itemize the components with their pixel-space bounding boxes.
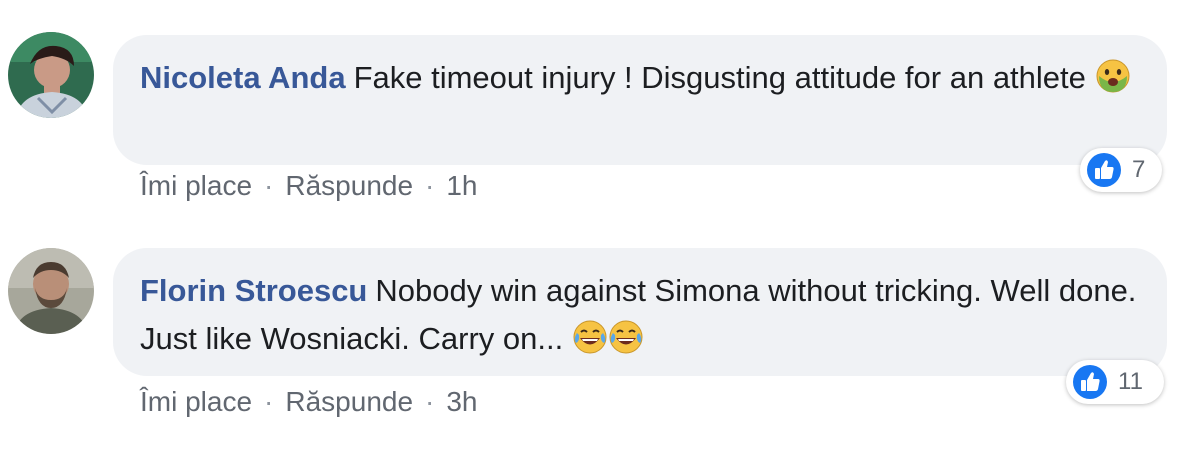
reply-action[interactable]: Răspunde <box>285 170 413 202</box>
separator: · <box>425 386 435 417</box>
like-action[interactable]: Îmi place <box>140 170 252 202</box>
timestamp[interactable]: 3h <box>446 386 477 418</box>
separator: · <box>264 170 274 201</box>
comment-feed: Nicoleta Anda Fake timeout injury ! Disgu… <box>0 0 1200 464</box>
comment-actions: Îmi place · Răspunde · 1h <box>140 170 478 202</box>
nauseated-face-emoji-icon <box>1095 58 1131 94</box>
timestamp[interactable]: 1h <box>446 170 477 202</box>
reaction-count: 11 <box>1118 368 1143 395</box>
like-action[interactable]: Îmi place <box>140 386 252 418</box>
like-icon <box>1087 153 1121 187</box>
reaction-count: 7 <box>1132 156 1146 183</box>
comment-author[interactable]: Florin Stroescu <box>140 273 367 308</box>
avatar[interactable] <box>8 248 94 334</box>
avatar-image <box>8 32 94 118</box>
reaction-summary[interactable]: 11 <box>1066 360 1164 404</box>
comment-actions: Îmi place · Răspunde · 3h <box>140 386 478 418</box>
avatar-image <box>8 248 94 334</box>
comment-bubble: Nicoleta Anda Fake timeout injury ! Disgu… <box>113 35 1167 165</box>
reply-action[interactable]: Răspunde <box>285 386 413 418</box>
like-icon <box>1073 365 1107 399</box>
separator: · <box>264 386 274 417</box>
tears-of-joy-emoji-icon <box>608 319 644 355</box>
comment-text: Fake timeout injury ! Disgusting attitud… <box>353 60 1086 95</box>
separator: · <box>425 170 435 201</box>
comment-author[interactable]: Nicoleta Anda <box>140 60 346 95</box>
tears-of-joy-emoji-icon <box>572 319 608 355</box>
avatar[interactable] <box>8 32 94 118</box>
reaction-summary[interactable]: 7 <box>1080 148 1162 192</box>
comment-bubble: Florin Stroescu Nobody win against Simona… <box>113 248 1167 376</box>
